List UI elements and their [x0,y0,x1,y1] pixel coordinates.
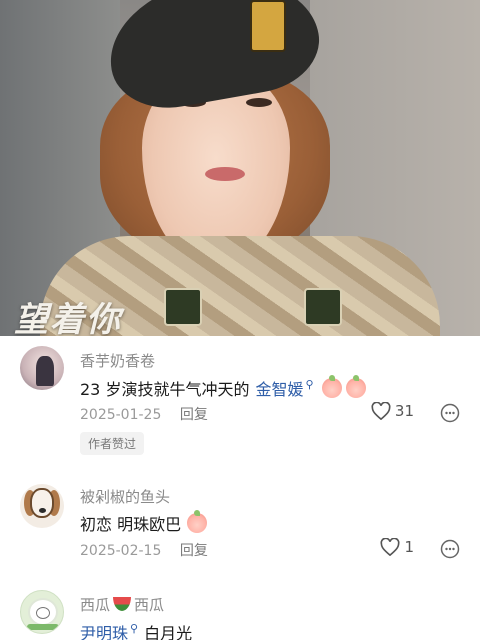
avatar-grass [27,624,59,630]
username-prefix: 西瓜 [80,596,111,614]
avatar-nose [39,508,46,513]
peach-emoji-icon [187,510,208,533]
collar-patch [304,288,342,326]
comment-meta: 2025-02-15 回复 [80,540,208,560]
more-options-icon[interactable] [440,403,460,423]
peach-emoji-icon [345,375,366,398]
peach-emoji-icon [321,375,342,398]
video-caption: 望着你 [14,300,122,336]
heart-outline-icon [380,538,400,556]
reply-button[interactable]: 回复 [180,407,208,423]
comment-body: 初恋 明珠欧巴 [80,515,182,534]
avatar-sheep-face [36,607,50,619]
search-mention-icon: ⚲ [130,621,139,635]
comment-text: 23 岁演技就牛气冲天的 金智媛 ⚲ [80,375,366,400]
comment-body: 白月光 [144,624,193,640]
video-player[interactable]: 望着你 [0,0,480,336]
video-figure-lips [205,167,245,181]
mention-label: 金智媛 [255,380,304,399]
comment-list: 香芋奶香卷 23 岁演技就牛气冲天的 金智媛 ⚲ 2025-01-25 回复 3… [0,336,480,640]
comment-username[interactable]: 被剁椒的鱼头 [80,486,170,507]
mention-link[interactable]: 尹明珠 ⚲ [80,620,138,640]
beret-badge [250,0,286,52]
like-count: 1 [404,538,414,556]
more-options-icon[interactable] [440,539,460,559]
comment-meta: 2025-01-25 回复 [80,404,208,424]
username-suffix: 西瓜 [134,596,165,614]
mention-label: 尹明珠 [80,624,129,640]
avatar-head [30,488,54,518]
like-button[interactable]: 31 [371,402,414,420]
comment-username[interactable]: 香芋奶香卷 [80,350,155,371]
video-figure-eye [246,98,272,107]
avatar[interactable] [20,484,64,528]
author-liked-badge: 作者赞过 [80,432,145,455]
watermelon-icon [113,597,132,611]
collar-patch [164,288,202,326]
mention-link[interactable]: 金智媛 ⚲ [255,376,313,400]
like-button[interactable]: 1 [380,538,414,556]
comment-date: 2025-01-25 [80,407,162,423]
reply-button[interactable]: 回复 [180,543,208,559]
comment-text: 初恋 明珠欧巴 [80,510,208,535]
avatar-figure [36,356,54,386]
comment-username[interactable]: 西瓜 西瓜 [80,594,164,615]
avatar[interactable] [20,590,64,634]
heart-outline-icon [371,402,391,420]
comment-date: 2025-02-15 [80,543,162,559]
avatar[interactable] [20,346,64,390]
search-mention-icon: ⚲ [305,377,314,391]
comment-text: 尹明珠 ⚲ 白月光 [80,620,192,640]
comment-body: 23 岁演技就牛气冲天的 [80,380,250,399]
like-count: 31 [394,402,414,420]
